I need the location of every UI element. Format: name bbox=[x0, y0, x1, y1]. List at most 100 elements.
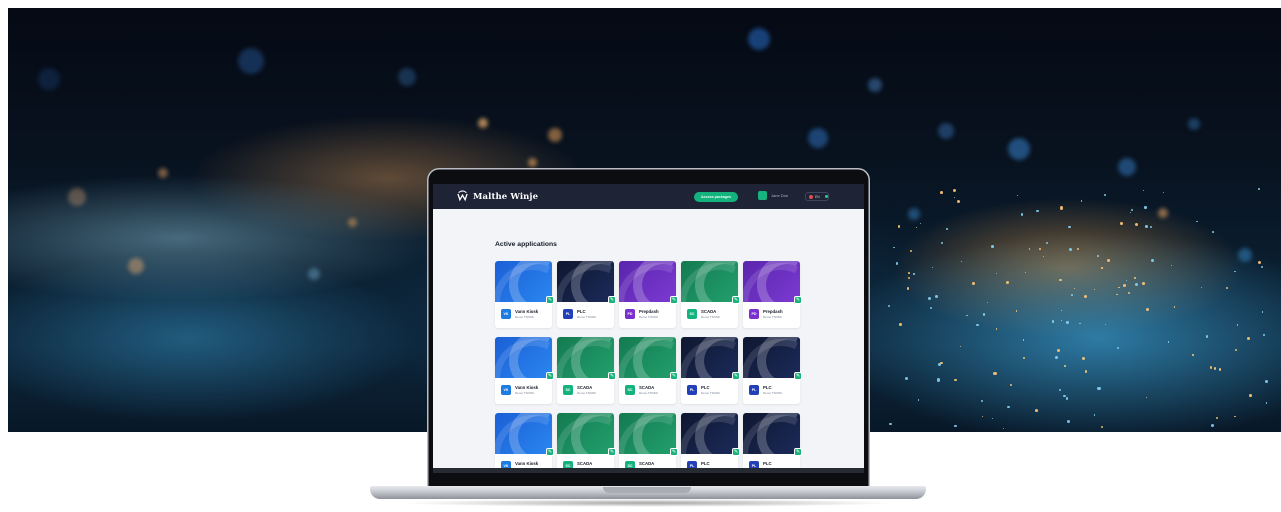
app-card[interactable]: ✎PLPLCDemo TSNNK bbox=[681, 337, 740, 404]
sparkle-dot bbox=[1249, 394, 1253, 398]
status-dot-icon bbox=[825, 195, 828, 198]
edit-icon[interactable]: ✎ bbox=[732, 448, 740, 456]
app-card[interactable]: ✎PLPLCDemo TSNNK bbox=[681, 413, 740, 473]
sparkle-dot bbox=[1005, 280, 1009, 284]
edit-icon[interactable]: ✎ bbox=[794, 372, 802, 380]
sparkle-dot bbox=[995, 328, 998, 330]
edit-icon[interactable]: ✎ bbox=[608, 296, 616, 304]
sparkle-dot bbox=[912, 273, 915, 275]
sparkle-dot bbox=[1060, 319, 1062, 321]
sparkle-dot bbox=[931, 266, 934, 268]
sparkle-dot bbox=[1133, 276, 1136, 279]
sparkle-dot bbox=[1084, 370, 1088, 373]
sparkle-dot bbox=[919, 222, 922, 224]
sparkle-dot bbox=[1167, 341, 1170, 344]
bokeh-light bbox=[238, 48, 264, 74]
user-name[interactable]: Jane Doe bbox=[771, 193, 788, 198]
sparkle-dot bbox=[1055, 356, 1059, 360]
sparkle-dot bbox=[953, 188, 957, 192]
app-thumbnail bbox=[681, 261, 738, 302]
bokeh-light bbox=[38, 68, 60, 90]
app-card[interactable]: ✎ PD Prepdash Demo TSNNK bbox=[743, 261, 802, 328]
sparkle-dot bbox=[990, 244, 994, 248]
app-name: Vann Kiosk bbox=[515, 309, 539, 314]
edit-icon[interactable]: ✎ bbox=[732, 296, 740, 304]
edit-icon[interactable]: ✎ bbox=[670, 296, 678, 304]
app-subtitle: Demo TSNNK bbox=[515, 391, 534, 395]
sparkle-dot bbox=[1043, 256, 1045, 258]
sparkle-dot bbox=[1066, 420, 1070, 424]
app-card[interactable]: ✎VKVann KioskDemo TSNNK bbox=[495, 413, 554, 473]
edit-icon[interactable]: ✎ bbox=[670, 372, 678, 380]
edit-icon[interactable]: ✎ bbox=[670, 448, 678, 456]
sparkle-dot bbox=[959, 345, 962, 348]
app-card[interactable]: ✎SCSCADADemo TSNNK bbox=[681, 261, 740, 328]
sparkle-dot bbox=[1135, 283, 1139, 287]
sparkle-dot bbox=[1150, 225, 1153, 229]
app-card[interactable]: ✎VKVann KioskDemo TSNNK bbox=[495, 337, 554, 404]
bokeh-light bbox=[308, 268, 320, 280]
app-badge: PL bbox=[563, 309, 573, 319]
app-card[interactable]: ✎PLPLCDemo TSNNK bbox=[557, 261, 616, 328]
app-card[interactable]: ✎SCSCADADemo TSNNK bbox=[557, 337, 616, 404]
sparkle-dot bbox=[889, 422, 892, 426]
sparkle-dot bbox=[1226, 287, 1229, 290]
access-packages-button[interactable]: Access packages bbox=[694, 192, 738, 202]
sparkle-dot bbox=[1039, 247, 1042, 250]
sparkle-dot bbox=[1125, 280, 1128, 282]
sparkle-dot bbox=[1069, 248, 1073, 252]
edit-icon[interactable]: ✎ bbox=[546, 296, 554, 304]
marketing-hero: Malthe Winje Access packages Jane Doe EN… bbox=[0, 0, 1281, 512]
sparkle-dot bbox=[1022, 356, 1026, 360]
app-name: PLC bbox=[701, 461, 710, 466]
sparkle-dot bbox=[1093, 289, 1096, 291]
app-name: Vann Kiosk bbox=[515, 461, 539, 466]
brand-logo[interactable]: Malthe Winje bbox=[456, 190, 538, 203]
bokeh-light bbox=[908, 208, 920, 220]
sparkle-dot bbox=[1235, 349, 1238, 352]
app-card[interactable]: ✎SCSCADADemo TSNNK bbox=[557, 413, 616, 473]
sparkle-dot bbox=[1218, 368, 1222, 371]
sparkle-dot bbox=[1211, 230, 1214, 233]
sparkle-dot bbox=[1059, 206, 1064, 210]
sparkle-dot bbox=[888, 304, 891, 308]
app-thumbnail bbox=[619, 337, 676, 378]
avatar-icon[interactable] bbox=[758, 191, 767, 200]
sparkle-dot bbox=[1059, 278, 1062, 281]
sparkle-dot bbox=[1097, 387, 1101, 391]
app-thumbnail bbox=[557, 337, 614, 378]
app-subtitle: Demo TSNNK bbox=[639, 315, 658, 319]
app-card[interactable]: ✎SCSCADADemo TSNNK bbox=[619, 337, 678, 404]
edit-icon[interactable]: ✎ bbox=[732, 372, 740, 380]
app-card[interactable]: ✎ PD Prepdash Demo TSNNK bbox=[619, 261, 678, 328]
app-name: Vann Kiosk bbox=[515, 385, 539, 390]
sparkle-dot bbox=[929, 307, 932, 310]
app-card[interactable]: ✎VKVann KioskDemo TSNNK bbox=[495, 261, 554, 328]
sparkle-dot bbox=[993, 371, 997, 376]
sparkle-dot bbox=[893, 246, 895, 249]
sparkle-dot bbox=[1150, 259, 1154, 262]
app-subtitle: Demo TSNNK bbox=[639, 391, 658, 395]
sparkle-dot bbox=[1028, 248, 1031, 250]
screen-bottom-bezel bbox=[433, 468, 864, 473]
edit-icon[interactable]: ✎ bbox=[794, 448, 802, 456]
app-badge: PD bbox=[625, 309, 635, 319]
brand-name: Malthe Winje bbox=[473, 191, 539, 202]
app-thumbnail bbox=[743, 337, 800, 378]
app-card[interactable]: ✎PLPLCDemo TSNNK bbox=[743, 413, 802, 473]
sparkle-dot bbox=[1162, 191, 1165, 193]
edit-icon[interactable]: ✎ bbox=[546, 372, 554, 380]
edit-icon[interactable]: ✎ bbox=[608, 448, 616, 456]
edit-icon[interactable]: ✎ bbox=[794, 296, 802, 304]
app-card[interactable]: ✎SCSCADADemo TSNNK bbox=[619, 413, 678, 473]
sparkle-dot bbox=[1134, 223, 1138, 227]
bokeh-light bbox=[748, 28, 770, 50]
app-card[interactable]: ✎PLPLCDemo TSNNK bbox=[743, 337, 802, 404]
sparkle-dot bbox=[1070, 293, 1073, 296]
applications-grid: ✎ VK Vann Kiosk Demo TSNNK ✎ PL PLC Demo TSNNK ✎… bbox=[495, 261, 802, 473]
sparkle-dot bbox=[1262, 311, 1264, 313]
edit-icon[interactable]: ✎ bbox=[546, 448, 554, 456]
edit-icon[interactable]: ✎ bbox=[608, 372, 616, 380]
sparkle-dot bbox=[1045, 241, 1048, 244]
app-name: PLC bbox=[763, 385, 772, 390]
